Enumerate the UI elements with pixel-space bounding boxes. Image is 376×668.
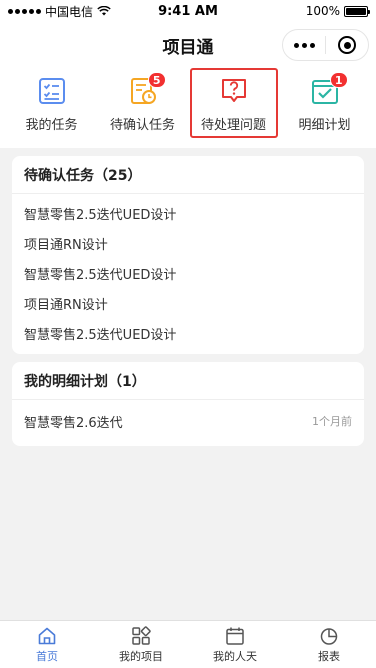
clock-document-icon: 5 [128,72,166,106]
carrier-label: 中国电信 [45,4,94,19]
task-name: 项目通RN设计 [24,237,108,253]
quick-item-label: 我的任务 [25,118,78,133]
status-left: 中国电信 [8,3,111,20]
battery-fill [346,7,366,15]
status-right: 100% [305,4,370,18]
list-item[interactable]: 智慧零售2.5迭代UED设计 [12,258,364,288]
detail-plans-header[interactable]: 我的明细计划（1） [12,362,364,400]
more-button[interactable] [283,30,325,60]
quick-item-pending-confirm[interactable]: 5 待确认任务 [99,68,187,138]
task-name: 项目通RN设计 [24,297,108,313]
pending-tasks-list: 智慧零售2.5迭代UED设计 项目通RN设计 智慧零售2.5迭代UED设计 项目… [12,194,364,354]
quick-item-detail-plan[interactable]: 1 明细计划 [281,68,369,138]
target-circle-icon [338,36,356,54]
list-item[interactable]: 智慧零售2.5迭代UED设计 [12,318,364,348]
tab-label: 我的人天 [213,649,257,663]
battery-percent: 100% [305,4,340,18]
quick-item-label: 明细计划 [298,118,351,133]
quick-item-my-tasks[interactable]: 我的任务 [8,68,96,138]
plan-time: 1个月前 [312,415,352,428]
quick-item-label: 待处理问题 [200,118,266,133]
list-item[interactable]: 智慧零售2.6迭代 1个月前 [12,404,364,438]
more-dots-icon [293,42,315,48]
signal-icon [8,8,41,14]
apps-icon [132,625,151,645]
task-name: 智慧零售2.5迭代UED设计 [24,327,177,343]
page-title: 项目通 [162,37,214,58]
quick-item-pending-issues[interactable]: 待处理问题 [189,68,278,138]
calendar-icon [226,627,244,645]
tab-label: 首页 [36,649,58,663]
quick-nav: 我的任务 5 待确认任务 待处理问题 1 明细计划 [0,68,376,148]
list-item[interactable]: 项目通RN设计 [12,228,364,258]
plan-name: 智慧零售2.6迭代 [24,415,123,431]
task-name: 智慧零售2.5迭代UED设计 [24,207,177,223]
check-calendar-icon: 1 [310,72,348,106]
pie-chart-icon [320,627,338,645]
tab-my-projects[interactable]: 我的项目 [94,621,188,668]
tab-bar: 首页 我的项目 我的人天 报表 [0,620,376,668]
tab-my-man-days[interactable]: 我的人天 [188,621,282,668]
wifi-icon [97,6,111,16]
task-name: 智慧零售2.5迭代UED设计 [24,267,177,283]
close-button[interactable] [326,30,368,60]
tab-home[interactable]: 首页 [0,621,94,668]
task-list-icon [37,76,67,106]
detail-plans-card: 我的明细计划（1） 智慧零售2.6迭代 1个月前 [12,362,364,446]
tab-label: 报表 [318,649,340,663]
detail-plans-list: 智慧零售2.6迭代 1个月前 [12,400,364,446]
home-icon [38,627,56,644]
status-bar: 中国电信 9:41 AM 100% [0,0,376,22]
list-item[interactable]: 项目通RN设计 [12,288,364,318]
pending-tasks-card: 待确认任务（25） 智慧零售2.5迭代UED设计 项目通RN设计 智慧零售2.5… [12,156,364,354]
tab-label: 我的项目 [119,649,163,663]
pending-tasks-header[interactable]: 待确认任务（25） [12,156,364,194]
list-item[interactable]: 智慧零售2.5迭代UED设计 [12,198,364,228]
battery-icon [344,5,370,17]
nav-bar: 项目通 [0,22,376,68]
badge-count: 1 [329,72,348,88]
question-bubble-icon [219,76,249,106]
quick-item-label: 待确认任务 [109,118,175,133]
badge-count: 5 [147,72,166,88]
mini-program-capsule [282,29,369,61]
tab-reports[interactable]: 报表 [282,621,376,668]
